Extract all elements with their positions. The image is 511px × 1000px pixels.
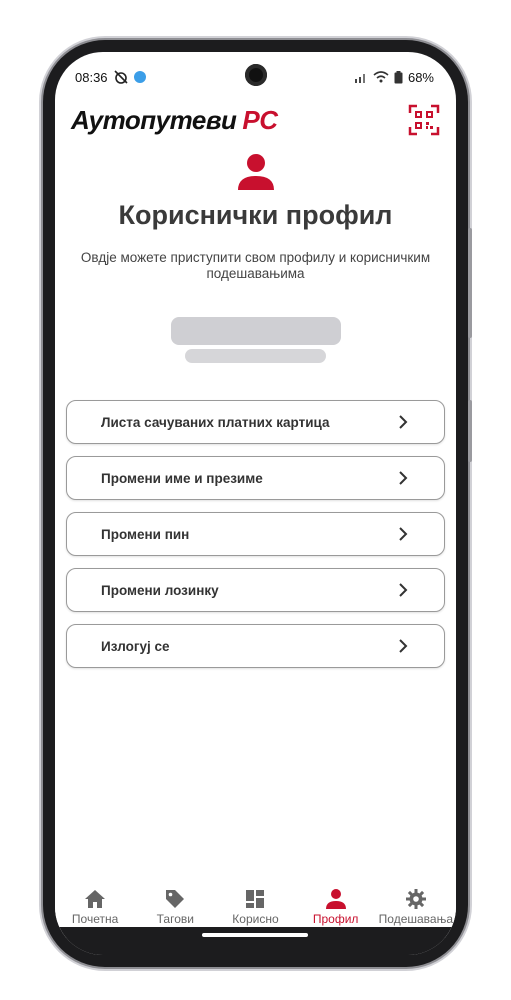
nav-tags[interactable]: Тагови: [135, 888, 215, 926]
chevron-right-icon: [399, 583, 408, 597]
brand-main: Аутопутеви: [71, 104, 237, 135]
screen: 08:36 68% Аутопутеви РС Кориснички профи…: [55, 52, 456, 955]
chevron-right-icon: [399, 639, 408, 653]
power-button: [468, 400, 472, 462]
battery-level: 68%: [407, 69, 434, 85]
nav-home[interactable]: Почетна: [55, 888, 135, 926]
menu-saved-cards[interactable]: Листа сачуваних платних картица: [66, 400, 445, 444]
menu-change-pin[interactable]: Промени пин: [66, 512, 445, 556]
nav-settings[interactable]: Подешавања: [376, 888, 456, 926]
menu-logout[interactable]: Излогуј се: [66, 624, 445, 668]
brand-logo: Аутопутеви РС: [71, 105, 278, 136]
nav-profile[interactable]: Профил: [296, 888, 376, 926]
home-icon: [85, 890, 106, 908]
status-time: 08:36: [75, 69, 108, 85]
gear-icon: [405, 889, 426, 909]
user-icon: [325, 889, 346, 909]
qr-scan-icon[interactable]: [408, 104, 440, 136]
volume-button: [468, 228, 472, 338]
nav-label: Почетна: [71, 912, 119, 926]
menu-item-label: Листа сачуваних платних картица: [101, 414, 330, 430]
dashboard-icon: [246, 890, 265, 908]
nav-useful[interactable]: Корисно: [215, 888, 295, 926]
tag-icon: [166, 890, 185, 908]
system-nav-area: [55, 927, 456, 955]
wifi-icon: [373, 71, 389, 83]
menu-item-label: Промени пин: [101, 526, 190, 542]
battery-icon: [394, 70, 403, 83]
nav-label: Тагови: [156, 912, 194, 926]
status-right: 68%: [354, 70, 434, 85]
chevron-right-icon: [399, 527, 408, 541]
page-description: Овдје можете приступити свом профилу и к…: [80, 250, 431, 281]
notification-icon: [133, 71, 146, 83]
chevron-right-icon: [399, 415, 408, 429]
status-bar: 08:36 68%: [75, 68, 434, 86]
menu-item-label: Излогуј се: [101, 638, 170, 654]
nav-label: Корисно: [232, 912, 279, 926]
page-title: Кориснички профил: [118, 200, 393, 230]
user-email-redacted: [185, 349, 326, 363]
home-indicator[interactable]: [202, 933, 308, 937]
app-header: Аутопутеви РС: [71, 100, 440, 140]
user-name-redacted: [171, 317, 341, 345]
alarm-off-icon: [113, 70, 128, 84]
brand-accent: РС: [242, 104, 278, 135]
status-left: 08:36: [75, 70, 146, 85]
menu-item-label: Промени лозинку: [101, 582, 219, 598]
nav-label: Профил: [312, 912, 359, 926]
profile-user-icon: [238, 154, 274, 190]
menu-item-label: Промени име и презиме: [101, 470, 263, 486]
signal-icon: [354, 74, 365, 83]
nav-label: Подешавања: [378, 912, 454, 926]
menu-change-password[interactable]: Промени лозинку: [66, 568, 445, 612]
chevron-right-icon: [399, 471, 408, 485]
menu-change-name[interactable]: Промени име и презиме: [66, 456, 445, 500]
profile-menu: Листа сачуваних платних картица Промени …: [66, 400, 445, 680]
